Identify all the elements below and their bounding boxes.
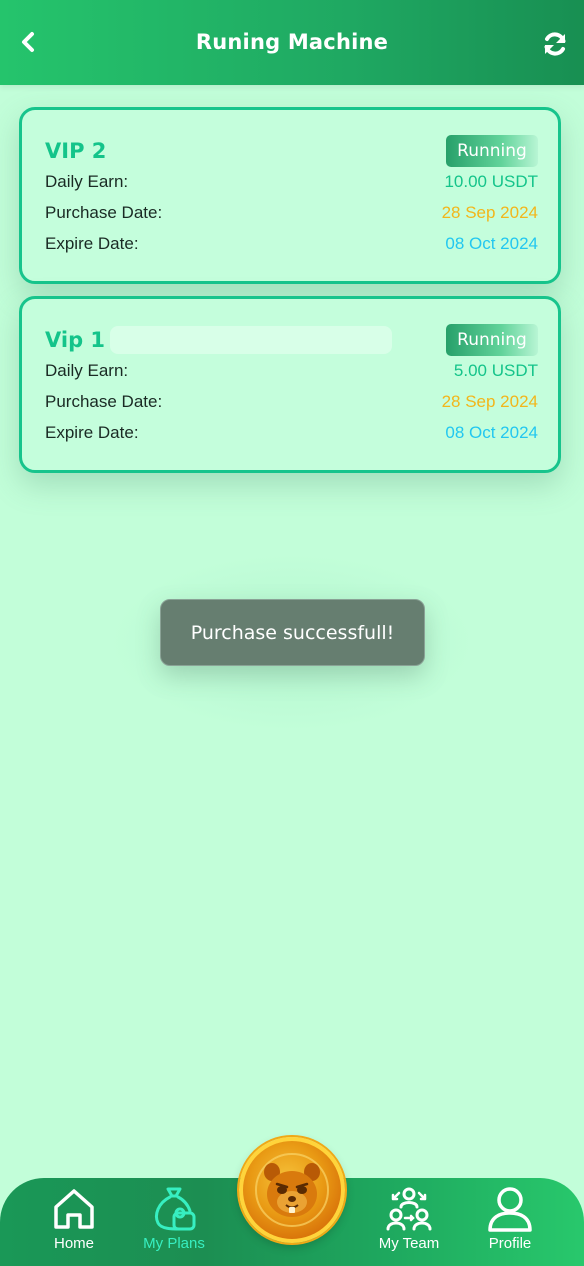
- nav-my-plans-label: My Plans: [143, 1235, 205, 1252]
- expire-date-label: Expire Date:: [45, 423, 139, 442]
- purchase-date-value: 28 Sep 2024: [441, 203, 538, 222]
- team-icon: [384, 1185, 434, 1233]
- nav-my-team[interactable]: My Team: [364, 1178, 454, 1266]
- status-badge: Running: [446, 324, 538, 356]
- nav-profile[interactable]: Profile: [465, 1178, 555, 1266]
- purchase-date-row: Purchase Date: 28 Sep 2024: [45, 201, 538, 225]
- nav-profile-label: Profile: [488, 1235, 532, 1252]
- purchase-date-label: Purchase Date:: [45, 392, 163, 411]
- refresh-button[interactable]: [540, 29, 570, 59]
- status-badge: Running: [446, 135, 538, 167]
- expire-date-row: Expire Date: 08 Oct 2024: [45, 421, 538, 445]
- plan-name: Vip 1: [45, 328, 106, 352]
- daily-earn-label: Daily Earn:: [45, 172, 129, 191]
- purchase-date-value: 28 Sep 2024: [441, 392, 538, 411]
- refresh-icon: [544, 32, 566, 56]
- home-icon: [49, 1185, 99, 1233]
- expire-date-row: Expire Date: 08 Oct 2024: [45, 232, 538, 256]
- money-bag-icon: [149, 1185, 199, 1233]
- nav-home-label: Home: [53, 1235, 94, 1252]
- plan-card-vip1[interactable]: Vip 1 Running Daily Earn: 5.00 USDT Purc…: [19, 296, 561, 473]
- center-coin-button[interactable]: [239, 1137, 345, 1243]
- purchase-date-row: Purchase Date: 28 Sep 2024: [45, 390, 538, 414]
- profile-icon: [485, 1185, 535, 1233]
- daily-earn-value: 5.00 USDT: [453, 361, 538, 380]
- daily-earn-label: Daily Earn:: [45, 361, 129, 380]
- daily-earn-row: Daily Earn: 10.00 USDT: [45, 170, 538, 194]
- expire-date-value: 08 Oct 2024: [445, 423, 538, 442]
- page-title: Runing Machine: [195, 30, 389, 54]
- nav-my-team-label: My Team: [378, 1235, 440, 1252]
- toast-message: Purchase successfull!: [160, 599, 425, 666]
- expire-date-label: Expire Date:: [45, 234, 139, 253]
- nav-my-plans[interactable]: My Plans: [129, 1178, 219, 1266]
- daily-earn-row: Daily Earn: 5.00 USDT: [45, 359, 538, 383]
- hamster-coin-icon: [255, 1153, 329, 1227]
- title-highlight: [110, 326, 392, 354]
- daily-earn-value: 10.00 USDT: [444, 172, 538, 191]
- expire-date-value: 08 Oct 2024: [445, 234, 538, 253]
- app-header: Runing Machine: [0, 0, 584, 85]
- nav-home[interactable]: Home: [29, 1178, 119, 1266]
- plan-card-vip2[interactable]: VIP 2 Running Daily Earn: 10.00 USDT Pur…: [19, 107, 561, 284]
- purchase-date-label: Purchase Date:: [45, 203, 163, 222]
- plan-name: VIP 2: [45, 139, 107, 163]
